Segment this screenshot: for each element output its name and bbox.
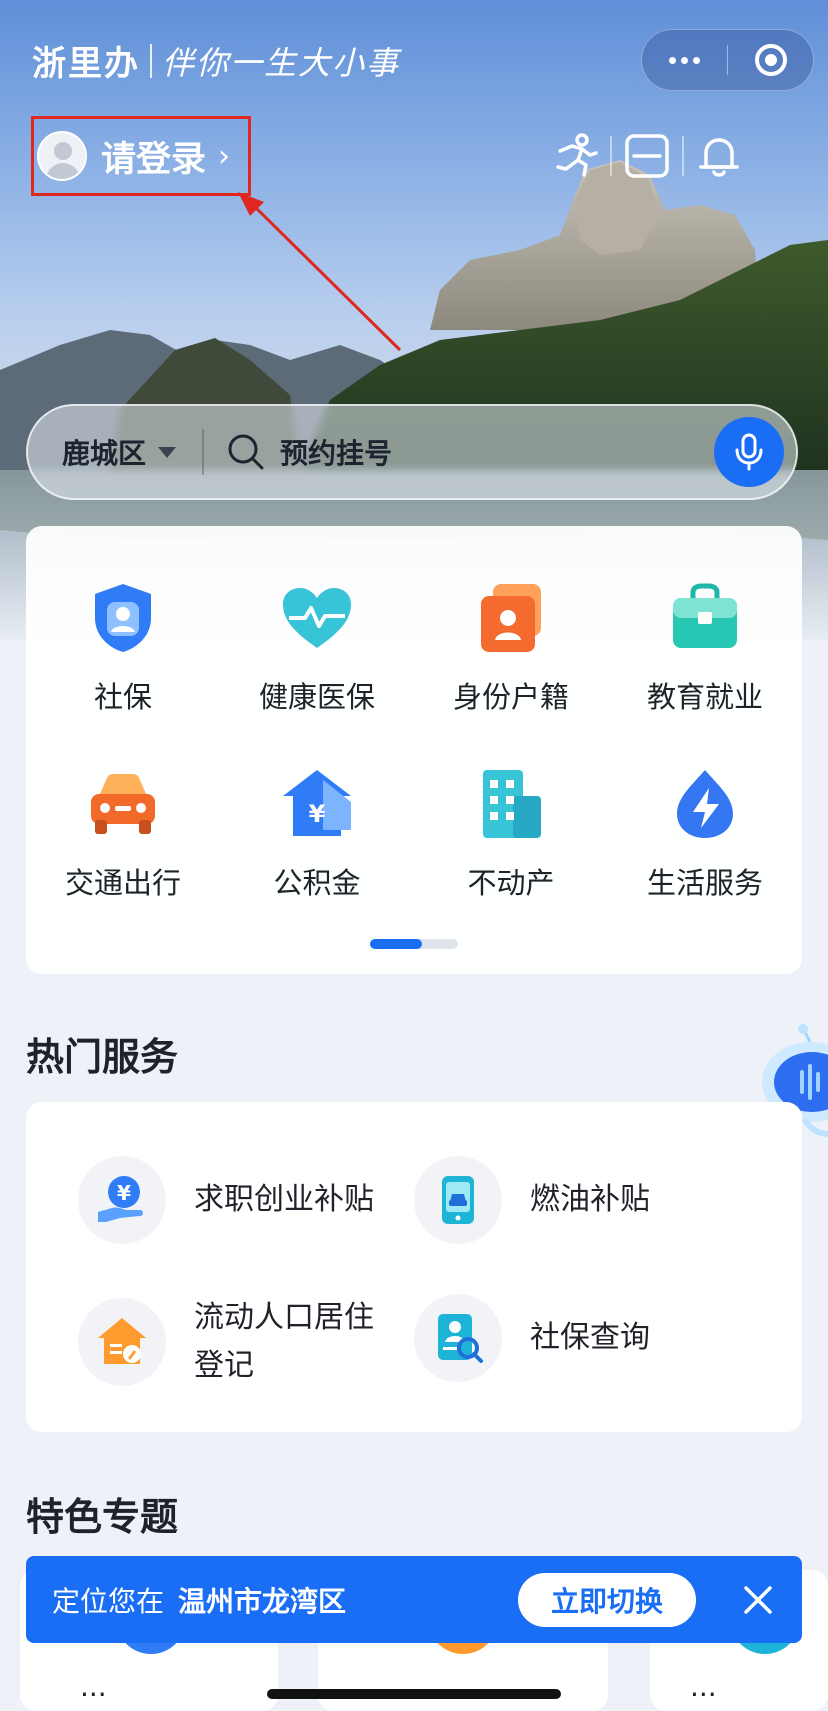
login-entry[interactable]: 请登录 › bbox=[31, 116, 251, 196]
category-item[interactable]: 健康医保 bbox=[220, 580, 414, 716]
hot-service-label-line: 登记 bbox=[194, 1348, 254, 1383]
title-divider bbox=[150, 43, 152, 78]
category-label: 身份户籍 bbox=[452, 680, 569, 714]
chevron-right-icon: › bbox=[218, 138, 231, 174]
hot-services-card: ¥ 求职创业补贴 燃油补贴 流动人口居住 登记 社保查询 bbox=[26, 1102, 802, 1432]
hot-service-label: 流动人口居住 登记 bbox=[194, 1294, 374, 1390]
bell-icon[interactable] bbox=[684, 128, 754, 184]
id-card-icon bbox=[473, 580, 549, 656]
exit-button[interactable] bbox=[728, 30, 813, 90]
app-slogan: 伴你一生大小事 bbox=[162, 43, 401, 82]
hot-service-item[interactable]: 燃油补贴 bbox=[414, 1156, 650, 1244]
shield-person-icon bbox=[85, 580, 161, 656]
hot-service-item[interactable]: 流动人口居住 登记 bbox=[78, 1294, 374, 1390]
category-item[interactable]: ¥ 公积金 bbox=[220, 766, 414, 902]
more-button[interactable] bbox=[642, 30, 727, 90]
yuan-hand-icon: ¥ bbox=[78, 1156, 166, 1244]
category-item[interactable]: 交通出行 bbox=[26, 766, 220, 902]
page-indicator-active bbox=[370, 939, 422, 949]
caret-down-icon bbox=[158, 446, 177, 458]
category-label: 健康医保 bbox=[258, 680, 375, 714]
location-prefix: 定位您在 bbox=[52, 1584, 165, 1618]
page-indicator bbox=[370, 939, 458, 949]
target-icon bbox=[754, 44, 787, 76]
category-label: 社保 bbox=[93, 680, 152, 714]
search-divider bbox=[202, 429, 205, 475]
switch-location-button[interactable]: 立即切换 bbox=[518, 1573, 696, 1627]
featured-card-label: ... bbox=[80, 1670, 107, 1703]
building-icon bbox=[473, 766, 549, 842]
category-grid: 社保 健康医保 身份户籍 教育就业 交通出行 ¥ 公积金 不动产 生活服务 bbox=[26, 526, 802, 974]
category-label: 交通出行 bbox=[64, 866, 181, 900]
app-title: 浙里办 伴你一生大小事 bbox=[32, 36, 400, 85]
region-selector[interactable]: 鹿城区 bbox=[62, 432, 177, 472]
miniprogram-capsule bbox=[641, 29, 814, 91]
location-city: 温州市龙湾区 bbox=[178, 1584, 347, 1618]
featured-card-label: ... bbox=[690, 1670, 717, 1703]
login-label: 请登录 bbox=[101, 139, 207, 180]
hot-service-item[interactable]: 社保查询 bbox=[414, 1294, 650, 1382]
category-label: 教育就业 bbox=[646, 680, 763, 714]
house-yuan-icon: ¥ bbox=[279, 766, 355, 842]
category-item[interactable]: 不动产 bbox=[414, 766, 608, 902]
microphone-icon bbox=[735, 433, 763, 471]
location-banner: 定位您在 温州市龙湾区 立即切换 bbox=[26, 1556, 802, 1643]
category-item[interactable]: 社保 bbox=[26, 580, 220, 716]
category-label: 公积金 bbox=[273, 866, 361, 900]
search-bar: 鹿城区 预约挂号 bbox=[26, 404, 798, 500]
home-indicator bbox=[267, 1689, 561, 1699]
hot-service-label: 燃油补贴 bbox=[530, 1182, 650, 1217]
house-edit-icon bbox=[78, 1298, 166, 1386]
hot-services-title: 热门服务 bbox=[26, 1035, 179, 1079]
voice-search-button[interactable] bbox=[714, 417, 784, 487]
search-input[interactable]: 预约挂号 bbox=[280, 432, 714, 472]
scan-icon[interactable] bbox=[612, 128, 682, 184]
hot-service-item[interactable]: ¥ 求职创业补贴 bbox=[78, 1156, 374, 1244]
region-label: 鹿城区 bbox=[62, 437, 147, 470]
person-search-icon bbox=[414, 1294, 502, 1382]
category-label: 生活服务 bbox=[646, 866, 763, 900]
category-item[interactable]: 生活服务 bbox=[608, 766, 802, 902]
hot-service-label: 求职创业补贴 bbox=[194, 1182, 374, 1217]
annotation-arrow bbox=[238, 192, 402, 352]
svg-text:¥: ¥ bbox=[117, 1181, 131, 1205]
hot-service-label: 社保查询 bbox=[530, 1320, 650, 1355]
avatar bbox=[37, 131, 87, 181]
category-label: 不动产 bbox=[467, 866, 555, 900]
briefcase-icon bbox=[667, 580, 743, 656]
svg-text:¥: ¥ bbox=[309, 800, 326, 828]
featured-title: 特色专题 bbox=[26, 1495, 179, 1539]
close-icon[interactable] bbox=[736, 1578, 780, 1622]
heart-pulse-icon bbox=[279, 580, 355, 656]
lightning-drop-icon bbox=[667, 766, 743, 842]
car-icon bbox=[85, 766, 161, 842]
top-action-icons bbox=[540, 128, 754, 184]
more-dots-icon bbox=[669, 56, 700, 64]
search-icon bbox=[226, 432, 266, 472]
category-item[interactable]: 身份户籍 bbox=[414, 580, 608, 716]
sport-runner-icon[interactable] bbox=[540, 128, 610, 184]
app-name: 浙里办 bbox=[32, 44, 140, 84]
hot-service-label-line: 流动人口居住 bbox=[194, 1300, 374, 1335]
category-item[interactable]: 教育就业 bbox=[608, 580, 802, 716]
phone-car-icon bbox=[414, 1156, 502, 1244]
